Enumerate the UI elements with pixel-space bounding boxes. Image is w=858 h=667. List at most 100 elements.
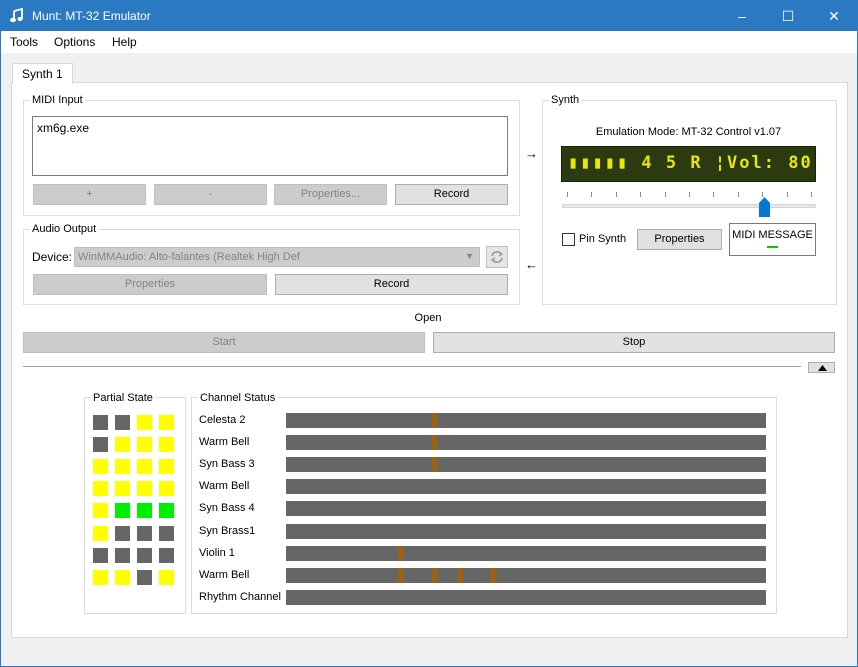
volume-tick [738, 192, 739, 197]
partial-state-cell [115, 437, 130, 452]
midi-input-list[interactable]: xm6g.exe [32, 116, 508, 176]
midi-properties-button[interactable]: Properties... [274, 184, 387, 205]
note-activity-mark [432, 457, 437, 472]
partial-state-cell [115, 526, 130, 541]
channel-name: Syn Brass1 [199, 525, 256, 537]
partial-state-cell [159, 526, 174, 541]
channel-name: Warm Bell [199, 436, 250, 448]
midi-activity-led [767, 246, 778, 248]
partial-state-cell [93, 570, 108, 585]
partial-state-cell [137, 437, 152, 452]
refresh-button[interactable] [486, 246, 508, 268]
partial-state-cell [93, 415, 108, 430]
window-title: Munt: MT-32 Emulator [32, 9, 151, 23]
partial-state-cell [115, 481, 130, 496]
partial-state-cell [159, 459, 174, 474]
channel-name: Celesta 2 [199, 414, 246, 426]
channel-activity-bar [286, 590, 766, 605]
partial-state-cell [93, 526, 108, 541]
channel-name: Warm Bell [199, 480, 250, 492]
menu-help[interactable]: Help [112, 35, 137, 49]
partial-state-cell [159, 503, 174, 518]
menu-options[interactable]: Options [54, 35, 95, 49]
remove-midi-button[interactable]: - [154, 184, 267, 205]
tab-synth-1[interactable]: Synth 1 [12, 63, 73, 84]
partial-state-cell [115, 415, 130, 430]
midi-message-indicator: MIDI MESSAGE [729, 223, 816, 256]
collapse-button[interactable] [808, 362, 835, 373]
volume-slider-thumb[interactable] [759, 197, 770, 217]
partial-state-cell [137, 570, 152, 585]
partial-state-cell [115, 459, 130, 474]
midi-record-button[interactable]: Record [395, 184, 508, 205]
tab-label: Synth 1 [22, 67, 63, 81]
channel-activity-bar [286, 568, 766, 583]
note-activity-mark [491, 568, 496, 583]
pin-synth-label: Pin Synth [579, 233, 627, 245]
minimize-button[interactable]: – [719, 1, 765, 31]
channel-activity-bar [286, 457, 766, 472]
partial-state-cell [159, 548, 174, 563]
partial-state-cell [137, 503, 152, 518]
stop-button[interactable]: Stop [433, 332, 835, 353]
volume-tick [811, 192, 812, 197]
device-select[interactable]: WinMMAudio: Alto-falantes (Realtek High … [74, 247, 480, 267]
chevron-down-icon: ▼ [465, 251, 474, 261]
synth-properties-button[interactable]: Properties [637, 229, 722, 250]
channel-status-title: Channel Status [198, 391, 278, 405]
midi-message-label: MIDI MESSAGE [732, 229, 813, 241]
audio-output-title: Audio Output [30, 222, 99, 236]
note-activity-mark [432, 413, 437, 428]
arrow-left-icon: ← [525, 257, 538, 272]
channel-name: Syn Bass 3 [199, 458, 255, 470]
partial-state-cell [137, 548, 152, 563]
note-activity-mark [458, 568, 463, 583]
volume-tick [591, 192, 592, 197]
partial-state-cell [115, 570, 130, 585]
menu-tools[interactable]: Tools [10, 35, 38, 49]
device-value: WinMMAudio: Alto-falantes (Realtek High … [78, 251, 300, 263]
channel-activity-bar [286, 479, 766, 494]
list-item[interactable]: xm6g.exe [37, 121, 89, 135]
channel-activity-bar [286, 501, 766, 516]
channel-activity-bar [286, 435, 766, 450]
arrow-right-icon: → [525, 146, 538, 161]
emulation-mode-label: Emulation Mode: MT-32 Control v1.07 [595, 126, 782, 138]
title-bar[interactable]: Munt: MT-32 Emulator – ☐ ✕ [1, 1, 857, 31]
partial-state-cell [115, 548, 130, 563]
add-midi-button[interactable]: + [33, 184, 146, 205]
channel-name: Violin 1 [199, 547, 235, 559]
audio-record-button[interactable]: Record [275, 274, 508, 295]
device-label: Device: [32, 250, 73, 264]
channel-name: Warm Bell [199, 569, 250, 581]
midi-input-title: MIDI Input [30, 93, 85, 107]
partial-state-cell [93, 481, 108, 496]
volume-tick [787, 192, 788, 197]
partial-state-cell [159, 481, 174, 496]
partial-state-cell [159, 437, 174, 452]
refresh-icon [490, 251, 504, 263]
partial-state-cell [137, 459, 152, 474]
partial-state-cell [137, 526, 152, 541]
audio-properties-button[interactable]: Properties [33, 274, 267, 295]
close-button[interactable]: ✕ [811, 1, 857, 31]
channel-activity-bar [286, 413, 766, 428]
partial-state-cell [159, 415, 174, 430]
volume-tick [665, 192, 666, 197]
channel-name: Rhythm Channel [199, 591, 281, 603]
main-window: Munt: MT-32 Emulator – ☐ ✕ Tools Options… [0, 0, 858, 667]
pin-synth-checkbox[interactable] [562, 233, 575, 246]
maximize-button[interactable]: ☐ [765, 1, 811, 31]
lcd-text: ▮▮▮▮▮ 4 5 R ¦Vol: 80 [568, 153, 813, 173]
channel-activity-bar [286, 524, 766, 539]
open-label: Open [414, 312, 442, 324]
volume-slider[interactable] [562, 204, 816, 208]
volume-tick [616, 192, 617, 197]
up-triangle-icon [818, 365, 827, 371]
partial-state-cell [93, 437, 108, 452]
volume-ticks [567, 192, 812, 198]
partial-state-cell [159, 570, 174, 585]
start-button[interactable]: Start [23, 332, 425, 353]
lcd-display: ▮▮▮▮▮ 4 5 R ¦Vol: 80 [561, 146, 816, 182]
partial-state-cell [137, 481, 152, 496]
